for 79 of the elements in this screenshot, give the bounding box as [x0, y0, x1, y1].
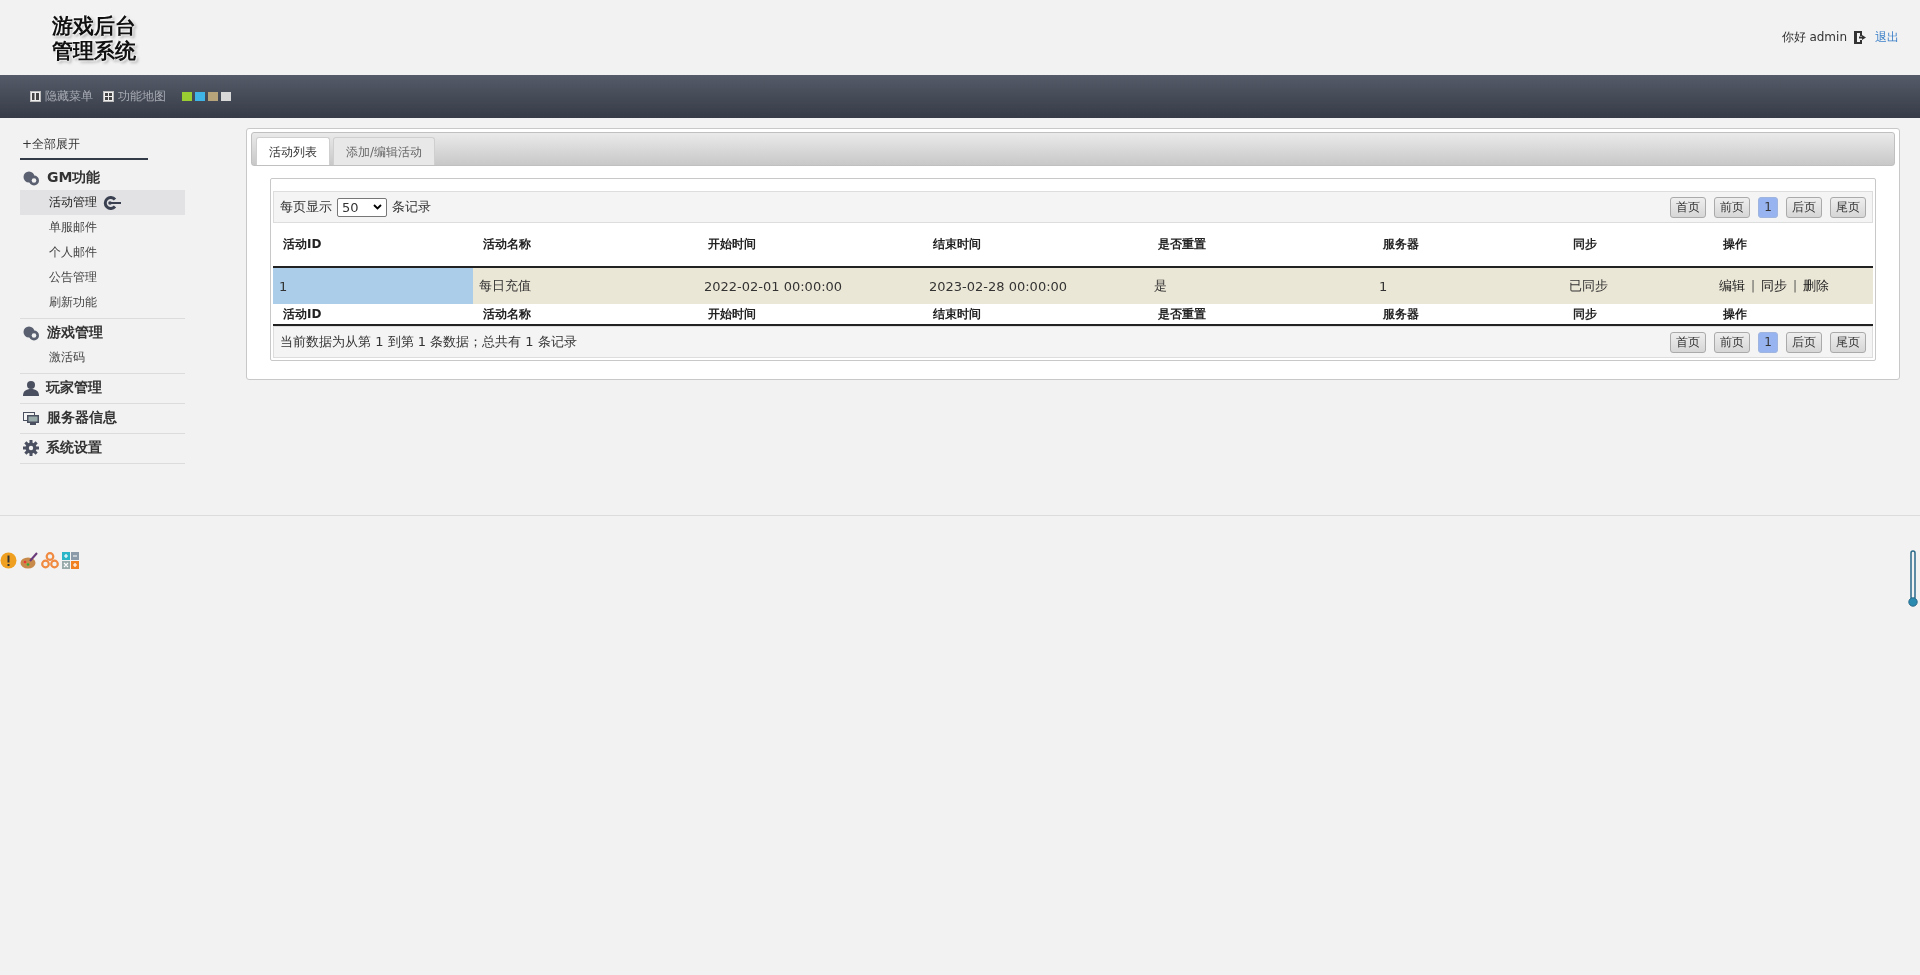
theme-swatch[interactable]	[221, 92, 231, 101]
pagination-button[interactable]: 尾页	[1830, 196, 1866, 218]
column-footer: 操作	[1713, 305, 1873, 323]
circles-icon	[23, 170, 40, 186]
column-footer: 同步	[1563, 305, 1713, 323]
table-cell-text: 1	[1378, 277, 1389, 296]
table-cell-text: 2023-02-28 00:00:00	[928, 277, 1069, 296]
warning-icon[interactable]	[0, 552, 17, 569]
calculator-icon[interactable]	[62, 552, 79, 569]
table-cell-text: 已同步	[1568, 277, 1609, 295]
column-footer: 活动名称	[473, 305, 698, 323]
menu-item[interactable]: 个人邮件	[20, 240, 185, 265]
pagination-button[interactable]: 尾页	[1830, 331, 1866, 353]
column-header[interactable]: 结束时间	[923, 236, 1148, 253]
menu-section-title[interactable]: 玩家管理	[46, 379, 102, 397]
action-link[interactable]: 删除	[1803, 277, 1830, 295]
pagination-button[interactable]: 后页	[1786, 196, 1822, 218]
pagination-button[interactable]: 首页	[1670, 331, 1707, 353]
user-icon	[23, 380, 39, 396]
page-size-select[interactable]: 50	[337, 197, 387, 217]
tab[interactable]: 添加/编辑活动	[333, 137, 436, 165]
logout-icon[interactable]	[1853, 30, 1869, 45]
column-footer: 是否重置	[1148, 305, 1373, 323]
expand-all-link[interactable]: +全部展开	[20, 136, 81, 153]
table-cell-text: 是	[1153, 277, 1168, 295]
pagination-button[interactable]: 1	[1758, 196, 1778, 218]
table-cell-text: 每日充值	[478, 277, 532, 295]
chevron-icon	[373, 204, 382, 210]
menu-section-title[interactable]: 服务器信息	[47, 409, 117, 427]
column-footer: 活动ID	[273, 305, 473, 323]
toolbar-link[interactable]: 功能地图	[118, 88, 166, 105]
menu-section-title[interactable]: GM功能	[47, 169, 101, 187]
column-footer: 服务器	[1373, 305, 1563, 323]
column-footer: 开始时间	[698, 305, 923, 323]
page-size-label: 每页显示	[280, 198, 332, 216]
theme-swatch[interactable]	[195, 92, 205, 101]
column-header[interactable]: 服务器	[1373, 236, 1563, 253]
menu-section-title[interactable]: 系统设置	[46, 439, 102, 457]
theme-swatch[interactable]	[208, 92, 218, 101]
separator-text: |	[1793, 279, 1798, 293]
theme-swatch[interactable]	[182, 92, 192, 101]
pagination-button[interactable]: 后页	[1786, 331, 1822, 353]
menu-item[interactable]: 激活码	[20, 345, 185, 370]
grid-icon[interactable]	[103, 91, 114, 102]
column-header[interactable]: 活动ID	[273, 236, 473, 253]
thermometer-icon[interactable]	[1908, 550, 1918, 608]
pagination-button[interactable]: 首页	[1670, 196, 1707, 218]
table-cell-text: 2022-02-01 00:00:00	[703, 277, 844, 296]
table-cell: 1	[273, 268, 473, 304]
column-header[interactable]: 活动名称	[473, 236, 698, 253]
pagination-button[interactable]: 1	[1758, 331, 1778, 353]
action-link[interactable]: 编辑	[1719, 277, 1745, 295]
tab[interactable]: 活动列表	[256, 137, 330, 165]
pointer-icon	[103, 195, 121, 210]
column-header[interactable]: 操作	[1713, 236, 1873, 253]
action-link[interactable]: 同步	[1761, 277, 1788, 295]
logout-link[interactable]: 退出	[1875, 29, 1899, 46]
pagination-button[interactable]: 前页	[1714, 196, 1751, 218]
column-header[interactable]: 是否重置	[1148, 236, 1373, 253]
table-info-text: 当前数据为从第 1 到第 1 条数据；总共有 1 条记录	[280, 333, 577, 351]
menu-item[interactable]: 刷新功能	[20, 290, 185, 315]
column-footer: 结束时间	[923, 305, 1148, 323]
column-header[interactable]: 开始时间	[698, 236, 923, 253]
monitor-icon	[23, 411, 40, 425]
panel-icon[interactable]	[30, 91, 41, 102]
separator-text: |	[1751, 279, 1756, 293]
greeting-text: 你好 admin	[1781, 29, 1847, 46]
palette-icon[interactable]	[20, 552, 38, 569]
logo: 游戏后台 管理系统	[52, 12, 136, 63]
menu-item[interactable]: 公告管理	[20, 265, 185, 290]
column-header[interactable]: 同步	[1563, 236, 1713, 253]
menu-item[interactable]: 活动管理	[20, 190, 185, 215]
toolbar-link[interactable]: 隐藏菜单	[45, 88, 93, 105]
circles-icon	[23, 325, 40, 341]
menu-item[interactable]: 单服邮件	[20, 215, 185, 240]
pagination-button[interactable]: 前页	[1714, 331, 1751, 353]
page-size-label: 条记录	[392, 198, 431, 216]
gear-icon	[23, 440, 39, 456]
menu-section-title[interactable]: 游戏管理	[47, 324, 103, 342]
